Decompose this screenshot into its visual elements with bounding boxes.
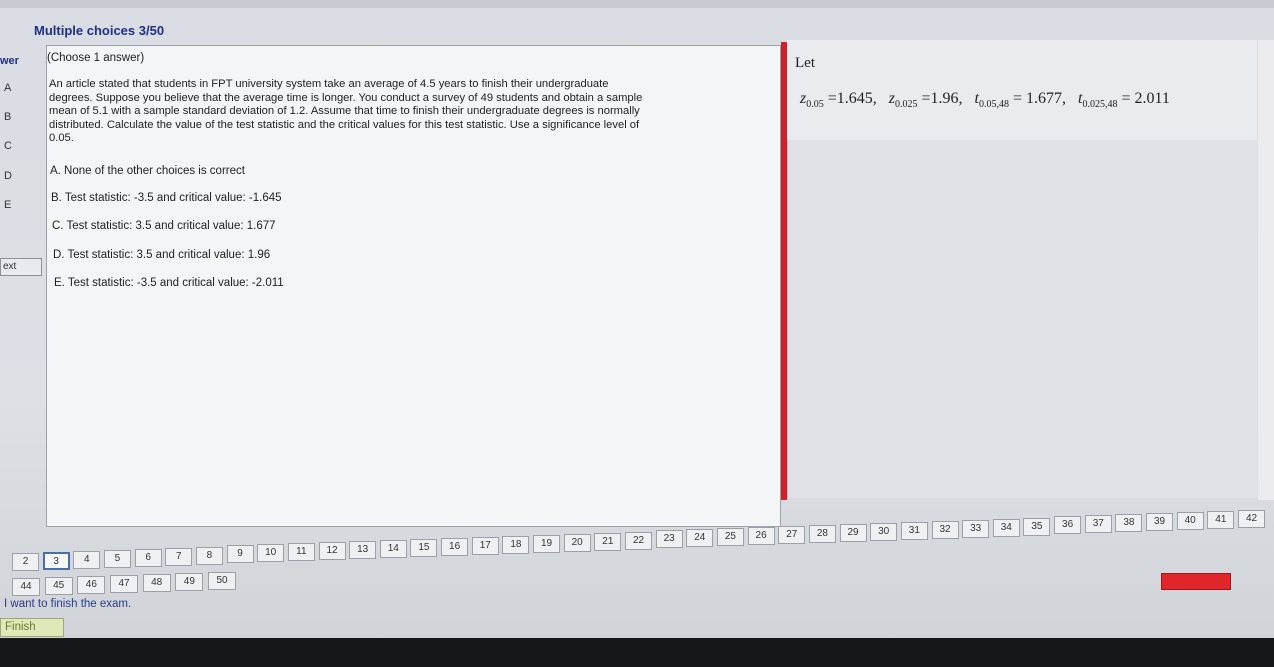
question-nav-11[interactable]: 11	[287, 543, 315, 562]
red-status-button[interactable]	[1161, 573, 1231, 590]
z2-subscript: 0.025	[895, 99, 918, 111]
t1-value: = 1.677,	[1012, 90, 1067, 107]
z2-value: =1.96,	[921, 90, 963, 107]
question-nav-18[interactable]: 18	[502, 535, 530, 554]
answer-letter-c[interactable]: C	[4, 140, 12, 152]
question-nav-14[interactable]: 14	[379, 540, 407, 559]
question-nav-50[interactable]: 50	[208, 572, 236, 590]
z1-subscript: 0.05	[806, 99, 824, 111]
question-nav-48[interactable]: 48	[142, 574, 171, 592]
question-nav-17[interactable]: 17	[471, 536, 499, 555]
question-nav-45[interactable]: 45	[44, 577, 73, 595]
finish-button[interactable]: Finish	[0, 618, 64, 637]
question-nav-12[interactable]: 12	[318, 542, 346, 561]
option-e[interactable]: E. Test statistic: -3.5 and critical val…	[54, 277, 284, 289]
question-nav-30[interactable]: 30	[870, 522, 898, 541]
question-nav-19[interactable]: 19	[533, 534, 561, 553]
option-c[interactable]: C. Test statistic: 3.5 and critical valu…	[52, 220, 276, 232]
question-nav-34[interactable]: 34	[992, 518, 1020, 537]
finish-prompt: I want to finish the exam.	[4, 598, 132, 610]
answer-column-label: wer	[0, 55, 19, 67]
window-top-strip	[0, 0, 1274, 8]
question-nav-3[interactable]: 3	[42, 551, 70, 570]
question-nav-38[interactable]: 38	[1115, 514, 1143, 533]
panel-divider[interactable]	[781, 42, 787, 500]
question-nav-40[interactable]: 40	[1176, 512, 1204, 531]
question-nav-28[interactable]: 28	[808, 525, 836, 544]
question-nav-27[interactable]: 27	[778, 526, 806, 545]
question-nav-36[interactable]: 36	[1054, 516, 1082, 535]
answer-letter-e[interactable]: E	[4, 199, 11, 211]
question-nav-39[interactable]: 39	[1146, 513, 1174, 532]
question-nav-41[interactable]: 41	[1207, 511, 1235, 530]
question-nav-9[interactable]: 9	[226, 545, 254, 564]
question-nav-37[interactable]: 37	[1084, 515, 1112, 534]
hint-let: Let	[795, 55, 815, 71]
question-nav-29[interactable]: 29	[839, 523, 867, 542]
question-nav-24[interactable]: 24	[686, 529, 714, 548]
question-nav-32[interactable]: 32	[931, 520, 959, 539]
question-nav-23[interactable]: 23	[655, 530, 683, 549]
question-nav-2[interactable]: 2	[12, 553, 39, 571]
question-nav-13[interactable]: 13	[349, 541, 377, 560]
t2-subscript: 0.025,48	[1082, 99, 1118, 111]
question-nav-47[interactable]: 47	[110, 575, 138, 593]
question-nav-7[interactable]: 7	[165, 547, 193, 566]
option-b[interactable]: B. Test statistic: -3.5 and critical val…	[51, 192, 282, 204]
answer-letter-b[interactable]: B	[4, 111, 11, 123]
question-nav-4[interactable]: 4	[73, 550, 101, 569]
question-nav-15[interactable]: 15	[410, 539, 438, 558]
question-nav-26[interactable]: 26	[747, 527, 775, 546]
choose-label: (Choose 1 answer)	[47, 52, 145, 64]
t2-value: = 2.011	[1121, 90, 1170, 107]
option-a[interactable]: A. None of the other choices is correct	[50, 165, 245, 177]
question-nav-5[interactable]: 5	[103, 549, 131, 568]
question-nav-25[interactable]: 25	[716, 528, 744, 547]
question-nav-49[interactable]: 49	[175, 573, 204, 591]
question-nav-35[interactable]: 35	[1023, 517, 1051, 536]
question-nav-16[interactable]: 16	[441, 537, 469, 556]
question-nav-8[interactable]: 8	[195, 546, 223, 565]
t1-subscript: 0.05,48	[978, 99, 1009, 111]
question-nav-20[interactable]: 20	[563, 533, 591, 552]
z1-value: =1.645,	[827, 90, 877, 107]
question-nav-46[interactable]: 46	[77, 576, 106, 594]
question-text: An article stated that students in FPT u…	[49, 78, 643, 144]
question-nav-21[interactable]: 21	[594, 532, 622, 551]
answer-letter-a[interactable]: A	[4, 82, 11, 94]
question-nav-44[interactable]: 44	[12, 578, 40, 596]
question-nav-22[interactable]: 22	[625, 531, 652, 550]
option-d[interactable]: D. Test statistic: 3.5 and critical valu…	[53, 249, 270, 261]
panel-right-edge	[1258, 40, 1274, 500]
screen-bezel	[0, 638, 1274, 667]
answer-letter-d[interactable]: D	[4, 170, 12, 182]
question-nav-10[interactable]: 10	[257, 544, 285, 563]
question-nav-33[interactable]: 33	[962, 519, 990, 538]
question-nav-31[interactable]: 31	[900, 521, 928, 540]
question-nav-6[interactable]: 6	[134, 548, 162, 567]
hint-formula: z0.05 =1.645, z0.025 =1.96, t0.05,48 = 1…	[800, 90, 1170, 110]
question-nav-42[interactable]: 42	[1238, 510, 1265, 528]
next-button[interactable]: ext	[0, 258, 42, 276]
page-title: Multiple choices 3/50	[34, 23, 165, 38]
